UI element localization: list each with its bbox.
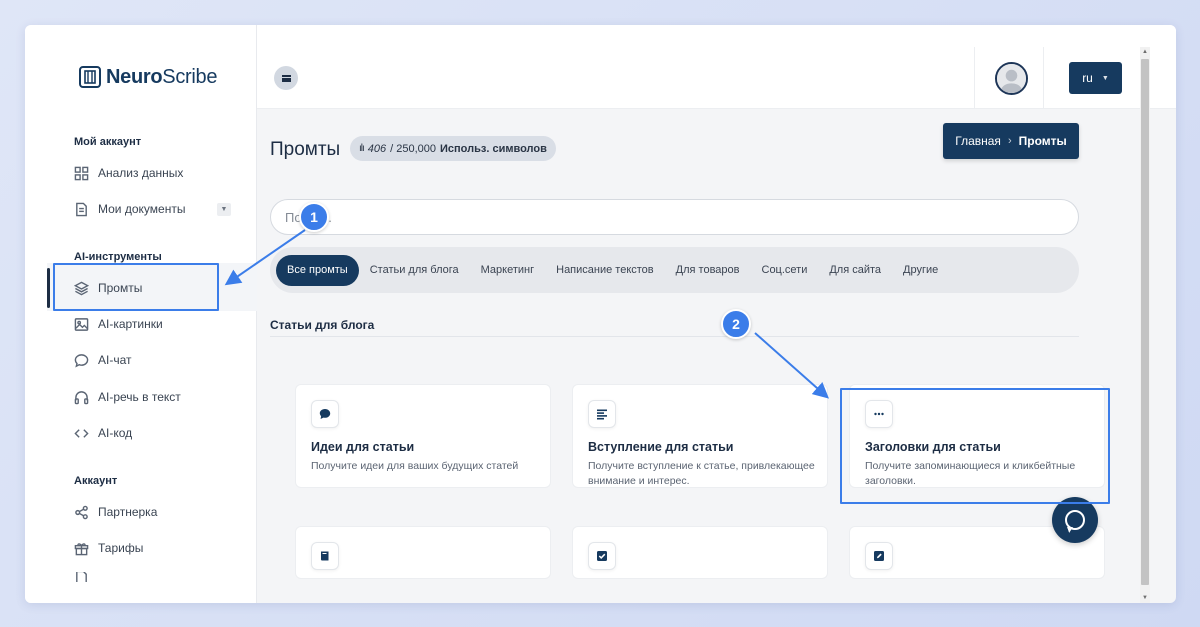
sidebar-section-my-account: Мой аккаунт [74,136,142,148]
scrollbar-thumb[interactable] [1141,59,1149,585]
sidebar-item-ai-chat[interactable]: AI-чат [74,348,132,372]
scroll-up-arrow-icon[interactable]: ▲ [1140,47,1150,57]
logo-icon [79,66,101,88]
section-divider [270,336,1079,337]
tab-website[interactable]: Для сайта [818,255,892,286]
divider [1043,47,1044,109]
category-tabs: Все промты Статьи для блога Маркетинг На… [270,247,1079,293]
share-icon [75,505,88,519]
tab-all-prompts[interactable]: Все промты [276,254,359,286]
tab-copywriting[interactable]: Написание текстов [545,255,665,286]
sidebar-item-label: AI-речь в текст [98,390,181,404]
sidebar-item-label: AI-чат [98,353,132,367]
breadcrumb-separator: › [1007,135,1012,147]
tab-other[interactable]: Другие [892,255,949,286]
sidebar-item-my-documents[interactable]: Мои документы [74,197,185,221]
scroll-down-arrow-icon[interactable]: ▼ [1140,593,1150,603]
code-icon [74,428,89,438]
grid-icon [74,166,89,180]
card-title: Вступление для статьи [588,440,734,454]
sidebar-item-label: Мои документы [98,202,186,216]
sidebar-item-ai-images[interactable]: AI-картинки [74,312,163,336]
checkbox-icon [597,551,607,561]
headphones-icon [74,390,89,404]
highlight-box-headlines-card [840,388,1110,504]
sidebar-item-partial [74,572,98,582]
image-icon [74,317,89,331]
brand-name: NeuroScribe [106,65,218,88]
card-icon [311,400,339,428]
tab-social-media[interactable]: Соц.сети [751,255,819,286]
prompt-card[interactable] [572,526,828,579]
avatar[interactable] [995,62,1028,95]
chat-bubble-icon [74,353,89,367]
sidebar-item-data-analysis[interactable]: Анализ данных [74,161,183,185]
speech-bubble-icon [319,409,331,419]
sidebar-active-indicator [47,268,50,308]
user-avatar-icon [997,64,1026,93]
sidebar-item-ai-code[interactable]: AI-код [74,421,132,445]
chevron-down-icon: ▼ [1101,74,1109,82]
language-label: ru [1082,71,1093,85]
tab-blog-articles[interactable]: Статьи для блога [359,255,470,286]
gift-icon [74,542,89,555]
usage-label: Использ. символов [440,142,547,155]
edit-icon [874,551,884,561]
scrollbar[interactable]: ▲ ▼ [1140,47,1150,603]
sidebar-item-label: Партнерка [98,505,158,519]
search-input[interactable] [270,199,1079,235]
paragraph-icon [597,409,607,420]
document-icon [76,572,87,582]
sidebar-section-account: Аккаунт [74,475,118,487]
card-description: Получите вступление к статье, привлекающ… [588,460,815,487]
usage-badge: ılı 406 / 250,000 Использ. символов [350,136,556,161]
usage-total: / 250,000 [390,142,437,155]
chevron-down-icon[interactable]: ▼ [217,203,231,216]
sidebar-item-partners[interactable]: Партнерка [74,500,157,524]
menu-toggle-button[interactable] [274,66,298,90]
page-title: Промты [270,139,341,160]
divider [974,47,975,109]
sidebar-item-label: Тарифы [98,541,144,555]
card-icon [311,542,339,570]
card-icon [588,400,616,428]
section-title: Статьи для блога [270,318,375,332]
card-title: Идеи для статьи [311,440,415,454]
sidebar-item-ai-speech-to-text[interactable]: AI-речь в текст [74,385,181,409]
chat-icon [1065,510,1085,530]
sidebar-item-label: AI-картинки [98,317,163,331]
prompt-card-article-ideas[interactable]: Идеи для статьи Получите идеи для ваших … [295,384,551,488]
hamburger-icon [281,74,291,82]
breadcrumb: Главная › Промты [943,123,1079,159]
language-selector[interactable]: ru ▼ [1069,62,1122,94]
card-icon [588,542,616,570]
sidebar-item-pricing[interactable]: Тарифы [74,536,143,560]
tab-products[interactable]: Для товаров [665,255,751,286]
book-icon [321,551,329,561]
card-description: Получите идеи для ваших будущих статей [311,460,519,472]
annotation-marker-1: 1 [299,202,329,232]
logo[interactable]: NeuroScribe [79,65,217,89]
breadcrumb-home[interactable]: Главная [955,134,1001,148]
topbar: ru ▼ [257,25,1176,109]
prompt-card[interactable] [295,526,551,579]
bar-chart-icon: ılı [359,143,365,154]
app-window: NeuroScribe Мой аккаунт Анализ данных Мо… [25,25,1176,603]
highlight-box-prompts [53,263,219,311]
annotation-marker-2: 2 [721,309,751,339]
sidebar-section-ai-tools: AI-инструменты [74,251,162,263]
prompt-card-article-intro[interactable]: Вступление для статьи Получите вступлени… [572,384,828,488]
sidebar-item-label: AI-код [98,426,133,440]
usage-used: 406 [367,142,387,155]
tab-marketing[interactable]: Маркетинг [470,255,545,286]
sidebar-item-label: Анализ данных [98,166,184,180]
card-icon [865,542,893,570]
document-icon [76,202,87,216]
sidebar: NeuroScribe Мой аккаунт Анализ данных Мо… [25,25,257,603]
breadcrumb-current: Промты [1018,134,1067,148]
